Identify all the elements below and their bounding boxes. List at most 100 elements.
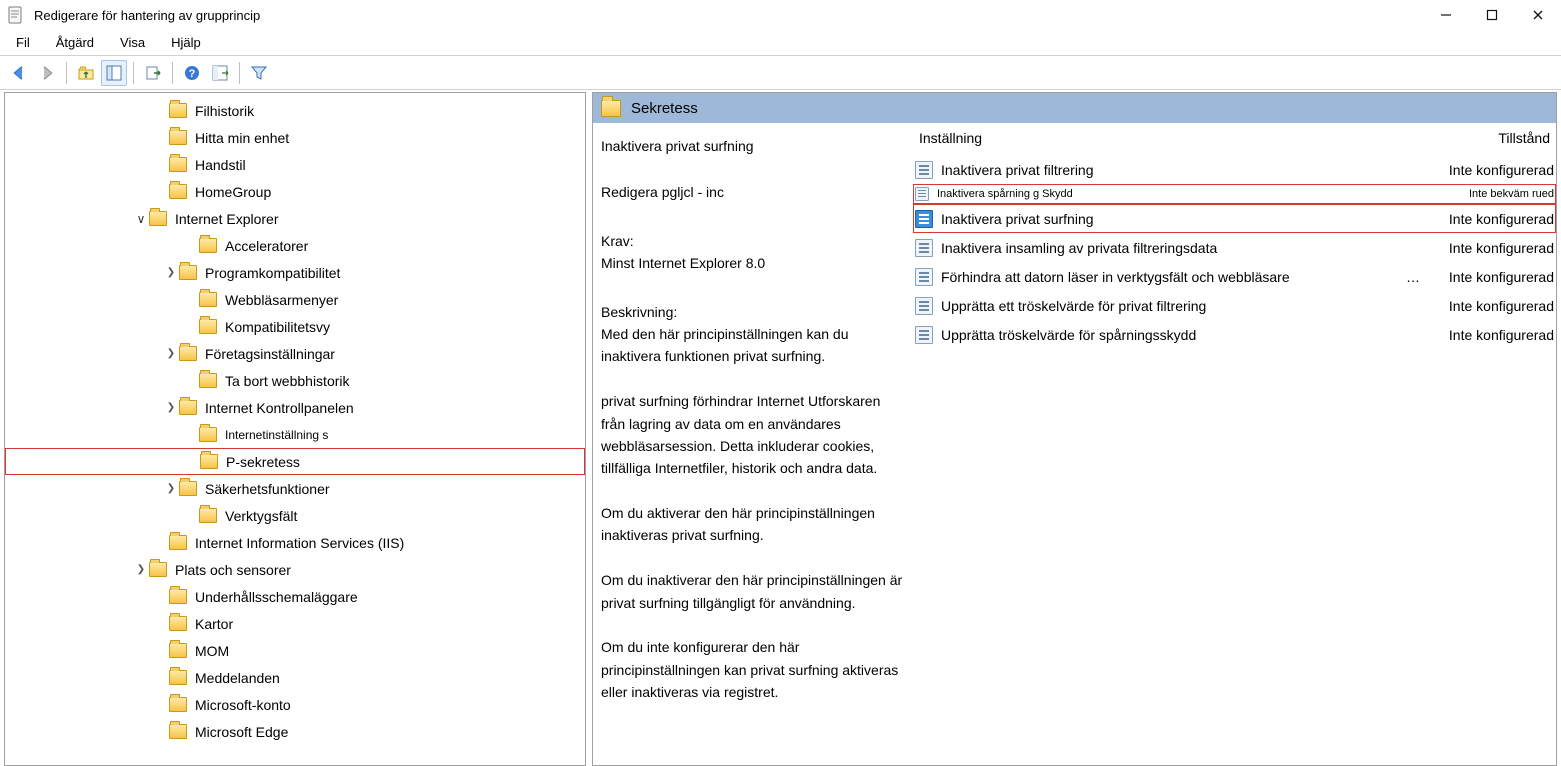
tree-item[interactable]: ›Internet Information Services (IIS): [5, 529, 585, 556]
tree-item[interactable]: ›Handstil: [5, 151, 585, 178]
minimize-button[interactable]: [1423, 0, 1469, 30]
folder-icon: [169, 535, 187, 550]
details-header: Sekretess: [593, 93, 1556, 123]
tree-item[interactable]: ›Ta bort webbhistorik: [5, 367, 585, 394]
properties-button[interactable]: [207, 60, 233, 86]
policy-icon: [915, 239, 933, 257]
tree-item-label: Microsoft Edge: [195, 724, 288, 740]
menu-bar: Fil Åtgärd Visa Hjälp: [0, 30, 1561, 56]
tree-item-label: Ta bort webbhistorik: [225, 373, 350, 389]
tree-item[interactable]: ›Kartor: [5, 610, 585, 637]
setting-row[interactable]: Upprätta ett tröskelvärde för privat fil…: [913, 291, 1556, 320]
tree-item[interactable]: ›Hitta min enhet: [5, 124, 585, 151]
expand-icon[interactable]: ❯: [163, 267, 179, 278]
nav-forward-button[interactable]: [34, 60, 60, 86]
tree-item[interactable]: ❯Programkompatibilitet: [5, 259, 585, 286]
filter-button[interactable]: [246, 60, 272, 86]
tree-item[interactable]: ›Acceleratorer: [5, 232, 585, 259]
setting-name: Upprätta tröskelvärde för spårningsskydd: [941, 327, 1426, 343]
expand-icon[interactable]: ❯: [133, 564, 149, 575]
expand-icon[interactable]: ❯: [163, 402, 179, 413]
tree-item[interactable]: ›Internetinställning s: [5, 421, 585, 448]
help-button[interactable]: ?: [179, 60, 205, 86]
tree-item[interactable]: ❯Företagsinställningar: [5, 340, 585, 367]
setting-state: Inte konfigurerad: [1426, 240, 1556, 256]
menu-action[interactable]: Åtgärd: [44, 31, 106, 54]
tree-item[interactable]: ›HomeGroup: [5, 178, 585, 205]
folder-icon: [601, 100, 621, 117]
policy-icon: [915, 268, 933, 286]
setting-row[interactable]: Upprätta tröskelvärde för spårningsskydd…: [913, 320, 1556, 349]
tree-item[interactable]: ❯Säkerhetsfunktioner: [5, 475, 585, 502]
details-folder-title: Sekretess: [631, 100, 698, 117]
setting-name: Förhindra att datorn läser in verktygsfä…: [941, 269, 1400, 285]
tree-pane[interactable]: ›Filhistorik›Hitta min enhet›Handstil›Ho…: [4, 92, 586, 766]
close-button[interactable]: [1515, 0, 1561, 30]
setting-row[interactable]: Inaktivera privat surfningInte konfigure…: [913, 204, 1556, 233]
folder-icon: [179, 481, 197, 496]
tree-item[interactable]: ›P-sekretess: [5, 448, 585, 475]
folder-icon: [169, 697, 187, 712]
tree-item[interactable]: ›Microsoft-konto: [5, 691, 585, 718]
folder-icon: [179, 265, 197, 280]
setting-state: Inte konfigurerad: [1426, 211, 1556, 227]
column-headers[interactable]: Inställning Tillstånd: [913, 123, 1556, 153]
description-text: Med den här principinställningen kan du …: [601, 323, 903, 704]
tree-item[interactable]: ∨Internet Explorer: [5, 205, 585, 232]
column-setting[interactable]: Inställning: [913, 130, 1422, 146]
setting-row[interactable]: Inaktivera spårning g SkyddInte bekväm r…: [913, 184, 1556, 204]
setting-name: Inaktivera insamling av privata filtreri…: [941, 240, 1426, 256]
policy-icon: [915, 210, 933, 228]
setting-state: Inte konfigurerad: [1426, 327, 1556, 343]
menu-view[interactable]: Visa: [108, 31, 157, 54]
tree-item-label: P-sekretess: [226, 454, 300, 470]
folder-icon: [199, 373, 217, 388]
selected-setting-title: Inaktivera privat surfning: [601, 135, 903, 157]
folder-icon: [199, 427, 217, 442]
tree-item-label: Hitta min enhet: [195, 130, 289, 146]
maximize-button[interactable]: [1469, 0, 1515, 30]
edit-policy-link[interactable]: Redigera pgljcl - inc: [601, 181, 903, 203]
setting-state: Inte konfigurerad: [1426, 298, 1556, 314]
setting-name: Upprätta ett tröskelvärde för privat fil…: [941, 298, 1426, 314]
folder-icon: [169, 589, 187, 604]
tree-item[interactable]: ›Meddelanden: [5, 664, 585, 691]
setting-row[interactable]: Inaktivera privat filtreringInte konfigu…: [913, 155, 1556, 184]
tree-item[interactable]: ›Underhållsschemaläggare: [5, 583, 585, 610]
export-button[interactable]: [140, 60, 166, 86]
folder-icon: [179, 346, 197, 361]
expand-icon[interactable]: ❯: [163, 348, 179, 359]
show-tree-button[interactable]: [101, 60, 127, 86]
tree-item-label: Internetinställning s: [225, 428, 328, 442]
up-folder-button[interactable]: [73, 60, 99, 86]
folder-icon: [199, 292, 217, 307]
expand-icon[interactable]: ∨: [133, 212, 149, 226]
details-description-panel: Inaktivera privat surfning Redigera pglj…: [593, 123, 913, 765]
column-state[interactable]: Tillstånd: [1422, 130, 1552, 146]
window-buttons: [1423, 0, 1561, 30]
tree-item[interactable]: ›Microsoft Edge: [5, 718, 585, 745]
folder-icon: [169, 670, 187, 685]
tree-item-label: Webbläsarmenyer: [225, 292, 338, 308]
setting-name: Inaktivera privat filtrering: [941, 162, 1426, 178]
tree-item[interactable]: ❯Internet Kontrollpanelen: [5, 394, 585, 421]
menu-file[interactable]: Fil: [4, 31, 42, 54]
menu-help[interactable]: Hjälp: [159, 31, 213, 54]
tree-item[interactable]: ›MOM: [5, 637, 585, 664]
tree-item[interactable]: ❯Plats och sensorer: [5, 556, 585, 583]
tree-item[interactable]: ›Webbläsarmenyer: [5, 286, 585, 313]
nav-back-button[interactable]: [6, 60, 32, 86]
details-pane: Sekretess Inaktivera privat surfning Red…: [592, 92, 1557, 766]
folder-icon: [179, 400, 197, 415]
tree-item[interactable]: ›Kompatibilitetsvy: [5, 313, 585, 340]
folder-icon: [169, 157, 187, 172]
setting-row[interactable]: Inaktivera insamling av privata filtreri…: [913, 233, 1556, 262]
expand-icon[interactable]: ❯: [163, 483, 179, 494]
tree-item[interactable]: ›Verktygsfält: [5, 502, 585, 529]
tree-item-label: Verktygsfält: [225, 508, 297, 524]
policy-icon: [915, 187, 929, 201]
setting-row[interactable]: Förhindra att datorn läser in verktygsfä…: [913, 262, 1556, 291]
tree-item-label: Underhållsschemaläggare: [195, 589, 358, 605]
tree-item[interactable]: ›Filhistorik: [5, 97, 585, 124]
tree-item-label: Meddelanden: [195, 670, 280, 686]
